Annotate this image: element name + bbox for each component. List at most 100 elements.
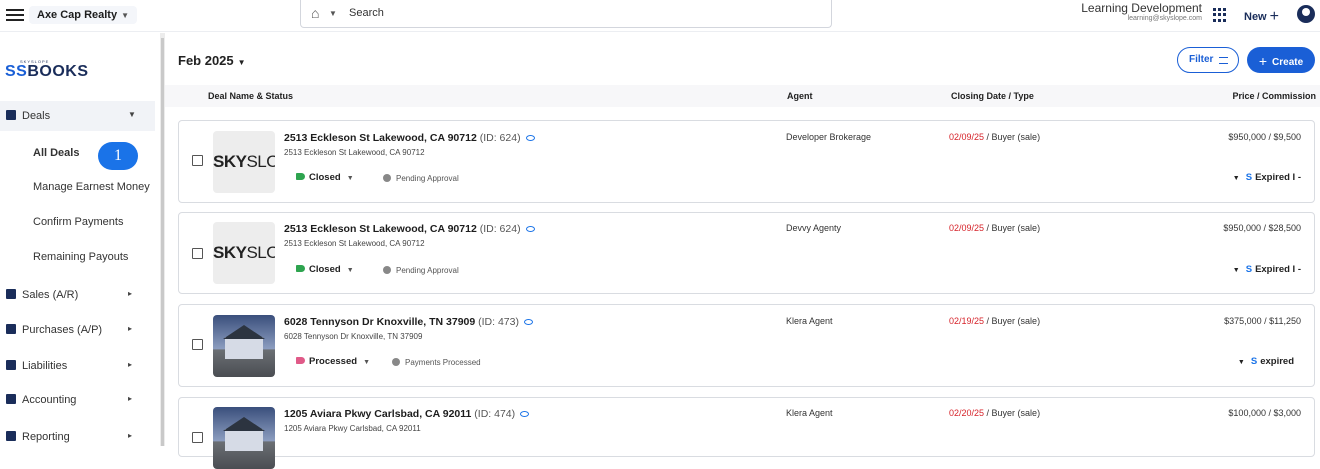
chevron-down-icon: ▼	[121, 11, 130, 20]
sidebar-item-reporting[interactable]: Reporting ▸	[0, 422, 155, 452]
report-icon	[6, 431, 16, 441]
status-dropdown[interactable]: Closed ▼	[296, 264, 354, 275]
sidebar-subitem-remaining-payouts[interactable]: Remaining Payouts	[0, 243, 160, 271]
account-icon[interactable]	[1297, 5, 1315, 23]
menu-icon[interactable]	[6, 6, 24, 24]
deal-card[interactable]: 1205 Aviara Pkwy Carlsbad, CA 92011 (ID:…	[178, 397, 1315, 469]
new-button[interactable]: New +	[1244, 7, 1279, 25]
commission-status-label: Expired I -	[1255, 172, 1301, 183]
deal-title-text: 2513 Eckleson St Lakewood, CA 90712	[284, 132, 477, 144]
home-icon[interactable]: ⌂	[311, 5, 319, 21]
chevron-right-icon: ▸	[128, 394, 133, 403]
status-dropdown[interactable]: Processed ▼	[296, 356, 370, 367]
sidebar-subitem-label: Confirm Payments	[33, 216, 124, 228]
thumb-text: SLOI	[246, 152, 275, 171]
chevron-down-icon: ▼	[237, 58, 246, 67]
closing-date: 02/09/25	[949, 223, 985, 233]
sidebar-item-label: Accounting	[22, 394, 77, 406]
deal-thumbnail: SKYSLOI	[213, 131, 275, 193]
house-photo	[213, 407, 275, 469]
deal-id: (ID: 474)	[474, 408, 516, 420]
sidebar-item-label: Sales (A/R)	[22, 289, 79, 301]
sidebar-subitem-manage-earnest-money[interactable]: Manage Earnest Money	[0, 173, 160, 201]
receipt-icon	[6, 324, 16, 334]
column-header-closing[interactable]: Closing Date / Type	[951, 91, 1034, 101]
sub-status: Pending Approval	[383, 173, 459, 183]
deal-title[interactable]: 2513 Eckleson St Lakewood, CA 90712 (ID:…	[284, 132, 535, 144]
plus-icon: +	[1258, 53, 1268, 69]
sidebar-item-sales[interactable]: Sales (A/R) ▸	[0, 280, 155, 310]
sidebar-item-label: Purchases (A/P)	[22, 324, 103, 336]
period-selector[interactable]: Feb 2025 ▼	[178, 53, 246, 68]
deal-closing: 02/20/25 / Buyer (sale)	[949, 408, 1040, 418]
skyslope-books-logo[interactable]: SKYSLOPE SSBOOKS	[5, 59, 89, 81]
plus-icon: +	[1269, 8, 1279, 25]
user-info[interactable]: Learning Development learning@skyslope.c…	[1081, 1, 1202, 22]
commission-status-dropdown[interactable]: ▼ Sexpired	[1238, 356, 1294, 367]
info-icon	[383, 174, 391, 182]
column-header-deal[interactable]: Deal Name & Status	[208, 91, 293, 101]
deal-id: (ID: 624)	[479, 223, 521, 235]
deal-address: 2513 Eckleson St Lakewood, CA 90712	[284, 239, 425, 248]
main-content: Feb 2025 ▼ Filter + Create Deal Name & Sta…	[165, 33, 1320, 469]
deal-closing: 02/09/25 / Buyer (sale)	[949, 132, 1040, 142]
deal-title[interactable]: 2513 Eckleson St Lakewood, CA 90712 (ID:…	[284, 223, 535, 235]
sidebar-item-purchases[interactable]: Purchases (A/P) ▸	[0, 315, 155, 345]
logo-small-text: SKYSLOPE	[20, 59, 50, 64]
skyslope-icon: S	[1250, 356, 1258, 367]
deal-card[interactable]: SKYSLOI 2513 Eckleson St Lakewood, CA 90…	[178, 212, 1315, 294]
status-tag-icon	[296, 357, 305, 364]
commission-status-dropdown[interactable]: ▼ S Expired I -	[1233, 172, 1301, 183]
chevron-down-icon: ▼	[128, 110, 136, 119]
row-checkbox[interactable]	[192, 155, 203, 166]
create-label: Create	[1272, 57, 1304, 68]
deal-agent: Devvy Agenty	[786, 223, 842, 233]
org-selector[interactable]: Axe Cap Realty ▼	[29, 6, 138, 24]
apps-grid-icon[interactable]	[1213, 8, 1227, 22]
create-button[interactable]: + Create	[1247, 47, 1315, 73]
sidebar: SKYSLOPE SSBOOKS Deals ▼ All Deals Manage…	[0, 33, 160, 446]
eye-icon[interactable]	[525, 135, 535, 141]
closing-type: / Buyer (sale)	[984, 132, 1041, 142]
sidebar-item-label: Deals	[22, 110, 51, 122]
row-checkbox[interactable]	[192, 432, 203, 443]
deal-title[interactable]: 6028 Tennyson Dr Knoxville, TN 37909 (ID…	[284, 316, 533, 328]
document-icon	[6, 360, 16, 370]
chevron-down-icon[interactable]: ▼	[329, 9, 337, 18]
deal-title-text: 1205 Aviara Pkwy Carlsbad, CA 92011	[284, 408, 472, 420]
sidebar-item-deals[interactable]: Deals ▼	[0, 101, 155, 131]
column-header-agent[interactable]: Agent	[787, 91, 813, 101]
status-dropdown[interactable]: Closed ▼	[296, 172, 354, 183]
handshake-icon	[6, 110, 16, 120]
deal-title[interactable]: 1205 Aviara Pkwy Carlsbad, CA 92011 (ID:…	[284, 408, 530, 420]
eye-icon[interactable]	[520, 411, 530, 417]
search-bar[interactable]: ⌂ ▼ Search	[300, 0, 832, 28]
eye-icon[interactable]	[524, 319, 533, 325]
info-icon	[392, 358, 400, 366]
org-name: Axe Cap Realty	[37, 9, 118, 21]
filter-button[interactable]: Filter	[1177, 47, 1239, 73]
closing-date: 02/20/25	[949, 408, 985, 418]
skyslope-icon: S	[1245, 264, 1253, 275]
chevron-down-icon: ▼	[1232, 175, 1240, 182]
chevron-right-icon: ▸	[128, 324, 133, 333]
eye-icon[interactable]	[525, 226, 535, 232]
deal-price: $950,000 / $28,500	[1223, 223, 1301, 233]
chevron-right-icon: ▸	[128, 360, 133, 369]
filter-label: Filter	[1189, 54, 1214, 65]
deal-id: (ID: 473)	[478, 316, 519, 328]
row-checkbox[interactable]	[192, 339, 203, 350]
commission-status-dropdown[interactable]: ▼ S Expired I -	[1233, 264, 1301, 275]
chevron-down-icon: ▼	[1237, 359, 1245, 366]
user-email: learning@skyslope.com	[1127, 15, 1202, 22]
deal-card[interactable]: SKYSLOI 2513 Eckleson St Lakewood, CA 90…	[178, 120, 1315, 203]
row-checkbox[interactable]	[192, 248, 203, 259]
deal-id: (ID: 624)	[479, 132, 521, 144]
sub-status-label: Pending Approval	[396, 174, 459, 183]
sidebar-item-accounting[interactable]: Accounting ▸	[0, 385, 155, 415]
sidebar-subitem-confirm-payments[interactable]: Confirm Payments	[0, 208, 160, 236]
deal-card[interactable]: 6028 Tennyson Dr Knoxville, TN 37909 (ID…	[178, 304, 1315, 387]
search-input[interactable]: Search	[349, 7, 384, 19]
column-header-price[interactable]: Price / Commission	[1232, 91, 1316, 101]
sidebar-item-liabilities[interactable]: Liabilities ▸	[0, 351, 155, 381]
